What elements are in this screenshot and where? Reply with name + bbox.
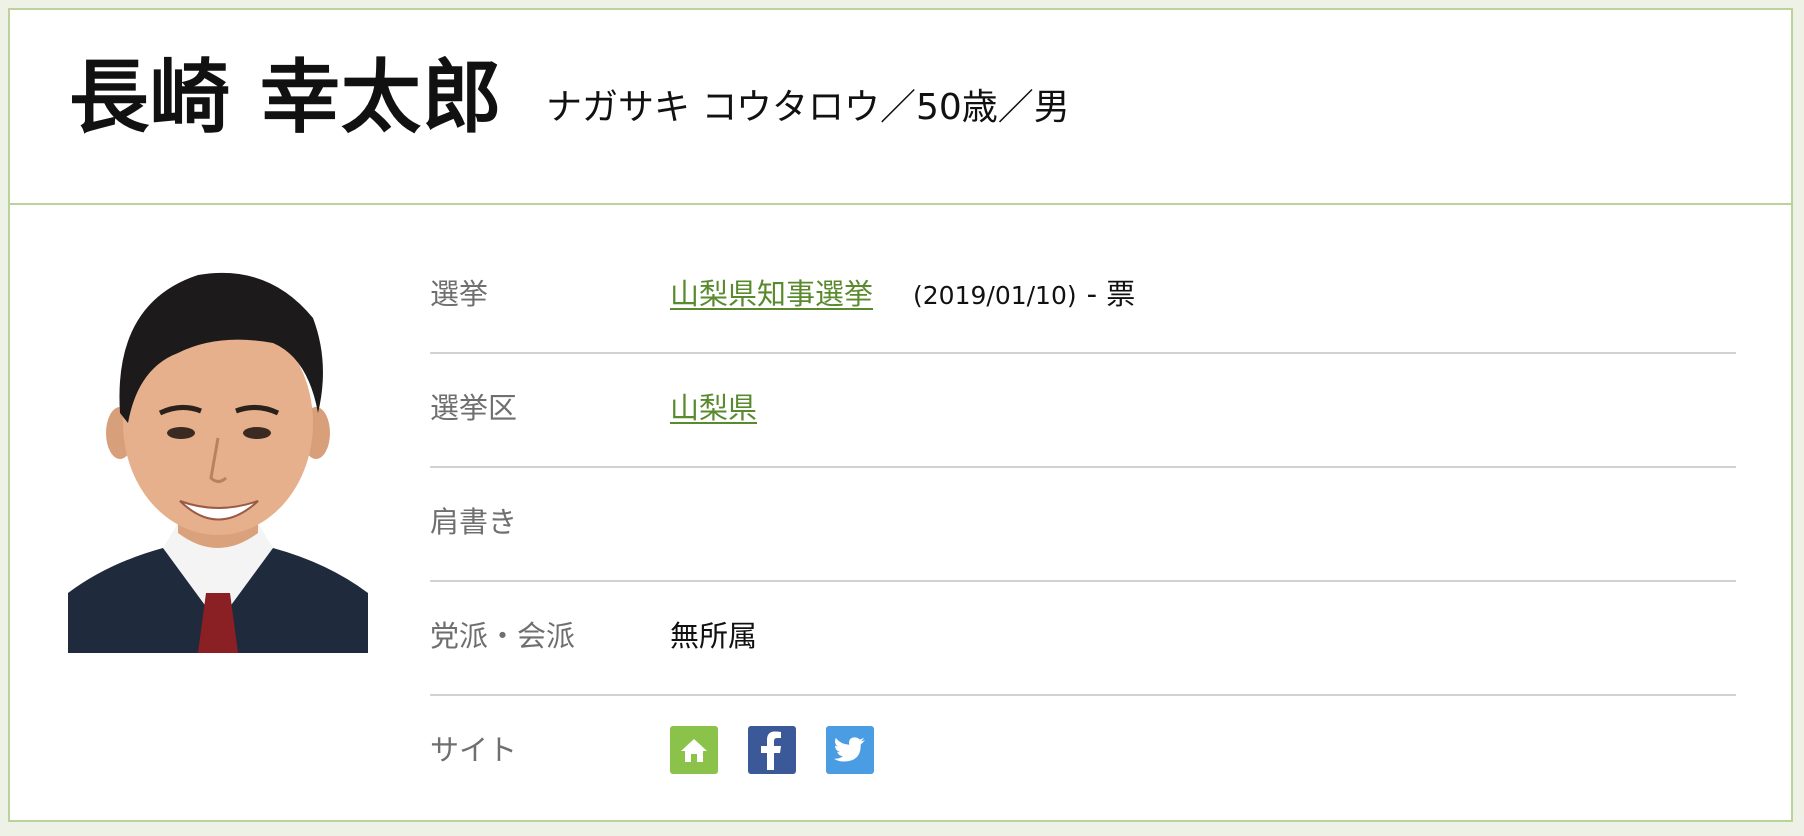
- profile-header: 長崎 幸太郎 ナガサキ コウタロウ／50歳／男: [10, 10, 1791, 205]
- election-label: 選挙: [430, 277, 489, 311]
- district-label: 選挙区: [430, 391, 518, 425]
- election-value: 山梨県知事選挙 (2019/01/10) - 票: [670, 280, 1135, 309]
- site-label: サイト: [430, 733, 518, 767]
- party-value: 無所属: [670, 619, 758, 653]
- party-label: 党派・会派: [430, 619, 576, 653]
- election-date: (2019/01/10): [913, 281, 1077, 310]
- candidate-subinfo: ナガサキ コウタロウ／50歳／男: [546, 87, 1070, 128]
- title-label: 肩書き: [430, 505, 518, 539]
- profile-details: 選挙 山梨県知事選挙 (2019/01/10) - 票 選挙区 山梨県 肩書き 党派…: [430, 240, 1736, 808]
- district-link[interactable]: 山梨県: [670, 391, 757, 425]
- row-district: 選挙区 山梨県: [430, 354, 1736, 468]
- twitter-icon[interactable]: [826, 726, 874, 774]
- row-site: サイト: [430, 696, 1736, 808]
- candidate-card: 長崎 幸太郎 ナガサキ コウタロウ／50歳／男 選挙 山梨県知事選挙 (2019…: [8, 8, 1793, 822]
- row-election: 選挙 山梨県知事選挙 (2019/01/10) - 票: [430, 240, 1736, 354]
- election-votes: - 票: [1086, 277, 1136, 311]
- row-party: 党派・会派 無所属: [430, 582, 1736, 696]
- election-link[interactable]: 山梨県知事選挙: [670, 277, 873, 311]
- home-icon[interactable]: [670, 726, 718, 774]
- row-title: 肩書き: [430, 468, 1736, 582]
- candidate-photo: [68, 263, 368, 653]
- facebook-icon[interactable]: [748, 726, 796, 774]
- candidate-name: 長崎 幸太郎: [69, 51, 503, 144]
- site-links: [670, 726, 874, 774]
- district-value: 山梨県: [670, 394, 757, 423]
